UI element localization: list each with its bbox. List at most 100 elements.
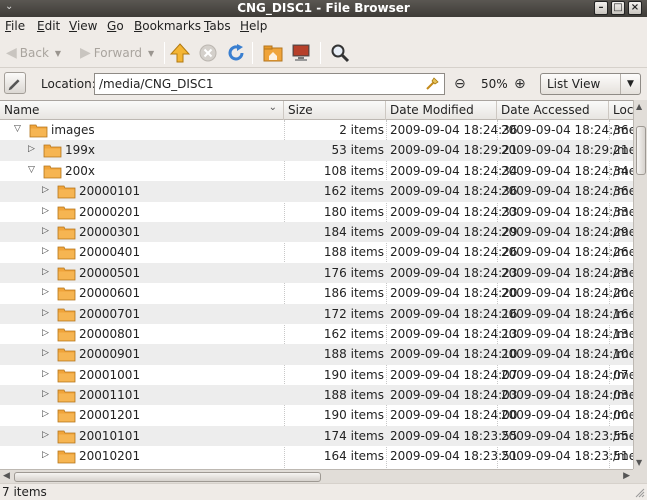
expander-closed-icon[interactable]: ▷	[42, 185, 49, 195]
menu-help[interactable]: Help	[240, 19, 267, 33]
date-modified: 2009-09-04 18:23:55	[390, 428, 518, 443]
expander-closed-icon[interactable]: ▷	[42, 369, 49, 379]
date-accessed: 2009-09-04 18:24:36	[501, 184, 629, 199]
table-row[interactable]: ▷ 20000601 186 items 2009-09-04 18:24:20 200…	[0, 283, 633, 303]
expander-closed-icon[interactable]: ▷	[42, 246, 49, 256]
chevron-down-icon[interactable]: ▼	[148, 49, 154, 58]
table-row[interactable]: ▷ 20001201 190 items 2009-09-04 18:24:00 200…	[0, 405, 633, 425]
date-accessed: 2009-09-04 18:24:00	[501, 408, 629, 423]
date-accessed: 2009-09-04 18:24:03	[501, 388, 629, 403]
up-arrow-icon[interactable]	[169, 42, 191, 64]
menu-view[interactable]: View	[69, 19, 97, 33]
column-name[interactable]: Name ⌄	[0, 101, 284, 120]
expander-open-icon[interactable]: ▽	[28, 165, 35, 175]
zoom-level[interactable]: 50%	[481, 77, 508, 91]
file-name: 199x	[65, 143, 96, 158]
file-location: /me	[613, 265, 633, 280]
scroll-left-icon[interactable]: ◀	[3, 471, 10, 481]
vertical-scroll-thumb[interactable]	[636, 126, 646, 175]
date-modified: 2009-09-04 18:29:21	[390, 143, 518, 158]
expander-closed-icon[interactable]: ▷	[42, 348, 49, 358]
table-row[interactable]: ▷ 20000201 180 items 2009-09-04 18:24:33 200…	[0, 202, 633, 222]
chevron-down-icon[interactable]: ▼	[55, 49, 61, 58]
scroll-up-icon[interactable]: ▲	[636, 102, 642, 111]
location-input[interactable]: /media/CNG_DISC1	[94, 73, 445, 95]
computer-icon[interactable]	[290, 42, 312, 64]
expander-closed-icon[interactable]: ▷	[42, 430, 49, 440]
menu-edit[interactable]: Edit	[37, 19, 60, 33]
vertical-scrollbar[interactable]: ▲ ▼	[633, 100, 647, 469]
table-row[interactable]: ▷ 20000701 172 items 2009-09-04 18:24:16 200…	[0, 303, 633, 324]
expander-closed-icon[interactable]: ▷	[42, 206, 49, 216]
menu-tabs[interactable]: Tabs	[204, 19, 231, 33]
folder-icon	[57, 267, 76, 281]
date-modified: 2009-09-04 18:24:00	[390, 408, 518, 423]
table-row[interactable]: ▷ 20010101 174 items 2009-09-04 18:23:55 200…	[0, 425, 633, 447]
zoom-out-icon[interactable]: ⊖	[454, 76, 466, 92]
stop-icon[interactable]	[197, 42, 219, 64]
table-row[interactable]: ▷ 20000101 162 items 2009-09-04 18:24:36 200…	[0, 181, 633, 202]
date-accessed: 2009-09-04 18:24:36	[501, 123, 629, 137]
table-row[interactable]: ▷ 20000501 176 items 2009-09-04 18:24:23 200…	[0, 262, 633, 284]
expander-closed-icon[interactable]: ▷	[28, 144, 35, 154]
column-date-modified[interactable]: Date Modified	[386, 101, 497, 120]
file-size: 190 items	[323, 367, 384, 382]
title-bar[interactable]: ⌄ CNG_DISC1 - File Browser – □ ×	[0, 0, 647, 17]
file-location: /me	[613, 163, 633, 178]
view-mode-select[interactable]: List View ▼	[540, 73, 641, 95]
forward-button[interactable]: ▶ Forward ▼	[80, 42, 154, 64]
horizontal-scroll-thumb[interactable]	[14, 472, 321, 482]
table-row[interactable]: ▷ 20000401 188 items 2009-09-04 18:24:26 200…	[0, 242, 633, 262]
menu-go[interactable]: Go	[107, 19, 124, 33]
scroll-right-icon[interactable]: ▶	[623, 471, 630, 481]
file-location: /me	[613, 306, 633, 321]
column-date-accessed[interactable]: Date Accessed	[497, 101, 609, 120]
column-size[interactable]: Size	[284, 101, 386, 120]
table-row[interactable]: ▷ 20001101 188 items 2009-09-04 18:24:03 200…	[0, 385, 633, 406]
minimize-button[interactable]: –	[594, 1, 608, 15]
expander-closed-icon[interactable]: ▷	[42, 267, 49, 277]
resize-grip-icon[interactable]	[635, 488, 645, 498]
expander-closed-icon[interactable]: ▷	[42, 409, 49, 419]
date-modified: 2009-09-04 18:24:36	[390, 184, 518, 199]
back-button[interactable]: ◀ Back ▼	[6, 42, 61, 64]
date-modified: 2009-09-04 18:24:20	[390, 286, 518, 301]
table-row[interactable]: ▷ 20000901 188 items 2009-09-04 18:24:10 200…	[0, 344, 633, 365]
close-button[interactable]: ×	[628, 1, 642, 15]
table-row[interactable]: ▷ 20000301 184 items 2009-09-04 18:24:29 200…	[0, 221, 633, 243]
expander-closed-icon[interactable]: ▷	[42, 226, 49, 236]
scroll-down-icon[interactable]: ▼	[636, 458, 642, 467]
clear-icon[interactable]	[424, 76, 440, 92]
column-location[interactable]: Loca	[609, 101, 633, 120]
expander-closed-icon[interactable]: ▷	[42, 328, 49, 338]
home-folder-icon[interactable]	[262, 42, 284, 64]
expander-closed-icon[interactable]: ▷	[42, 308, 49, 318]
table-row[interactable]: ▽ 200x 108 items 2009-09-04 18:24:34 2009-09…	[0, 161, 633, 181]
search-icon[interactable]	[329, 42, 351, 64]
horizontal-scrollbar[interactable]: ◀ ▶	[0, 469, 633, 483]
file-name: 20001101	[79, 388, 141, 403]
file-size: 188 items	[323, 347, 384, 362]
table-row[interactable]: ▷ 20001001 190 items 2009-09-04 18:24:07 200…	[0, 365, 633, 385]
zoom-in-icon[interactable]: ⊕	[514, 76, 526, 92]
table-row[interactable]: ▷ 20010201 164 items 2009-09-04 18:23:51 200…	[0, 446, 633, 466]
expander-open-icon[interactable]: ▽	[14, 124, 21, 134]
file-name: 20010101	[79, 428, 141, 443]
scrollbar-corner	[633, 469, 647, 483]
expander-closed-icon[interactable]: ▷	[42, 389, 49, 399]
file-list[interactable]: Name ⌄ Size Date Modified Date Accessed …	[0, 100, 647, 483]
maximize-button[interactable]: □	[611, 1, 625, 15]
expander-closed-icon[interactable]: ▷	[42, 287, 49, 297]
file-size: 2 items	[339, 123, 384, 137]
toggle-location-button[interactable]	[4, 72, 26, 94]
table-row[interactable]: ▽ images 2 items 2009-09-04 18:24:36 2009-09…	[0, 120, 633, 140]
table-row[interactable]: ▷ 20000801 162 items 2009-09-04 18:24:13 200…	[0, 324, 633, 344]
date-modified: 2009-09-04 18:24:13	[390, 326, 518, 341]
reload-icon[interactable]	[225, 42, 247, 64]
date-accessed: 2009-09-04 18:29:21	[501, 143, 629, 158]
menu-bookmarks[interactable]: Bookmarks	[134, 19, 201, 33]
date-modified: 2009-09-04 18:24:34	[390, 163, 518, 178]
expander-closed-icon[interactable]: ▷	[42, 450, 49, 460]
menu-file[interactable]: File	[5, 19, 25, 33]
table-row[interactable]: ▷ 199x 53 items 2009-09-04 18:29:21 2009-09-…	[0, 140, 633, 161]
